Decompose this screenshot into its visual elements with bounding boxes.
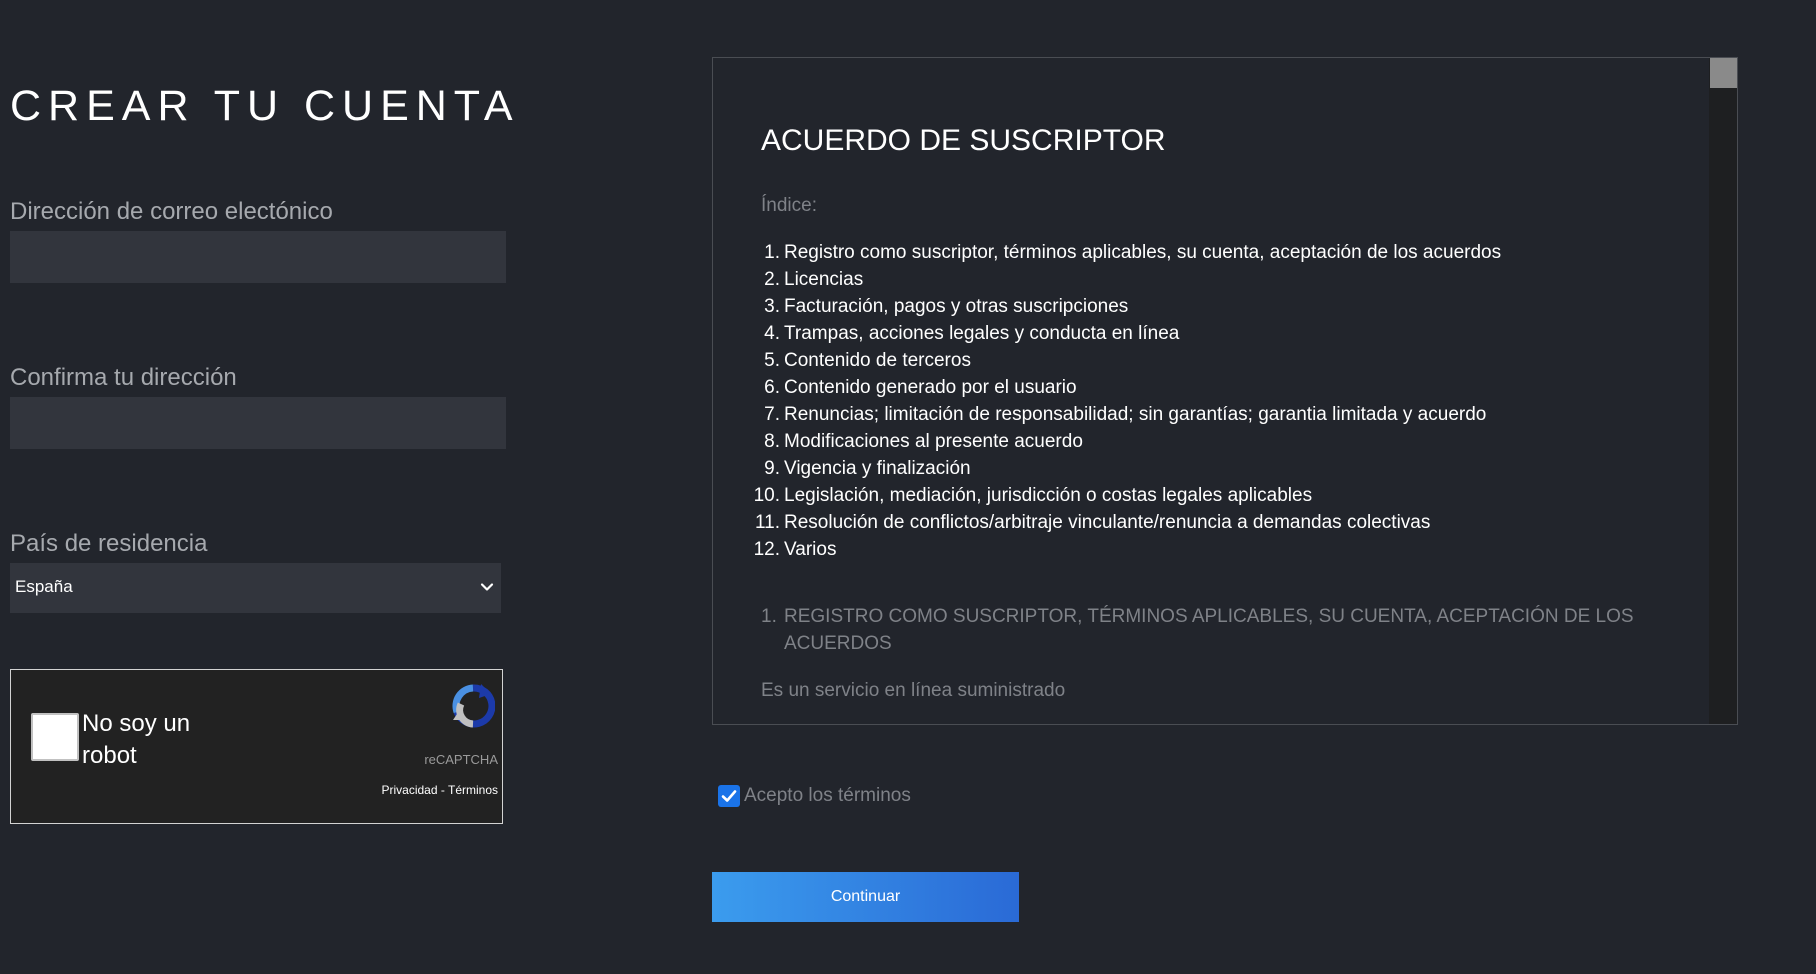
recaptcha-checkbox[interactable] [31, 713, 79, 761]
page-title: CREAR TU CUENTA [10, 82, 520, 130]
agreement-index-label: Índice: [761, 195, 817, 216]
chevron-down-icon [480, 583, 494, 591]
agreement-section-text: Es un servicio en línea suministrado [761, 680, 1066, 701]
recaptcha-widget: No soy un robot reCAPTCHA Privacidad - T… [10, 669, 503, 824]
agreement-scroll-thumb[interactable] [1710, 58, 1737, 88]
agreement-index-list: 1. Registro como suscriptor, términos apl… [753, 239, 1502, 563]
confirm-email-field[interactable] [10, 397, 506, 449]
agreement-section-heading: 1. REGISTRO COMO SUSCRIPTOR, TÉRMINOS APL… [761, 606, 1634, 654]
agreement-index-item: 1. Registro como suscriptor, términos apl… [764, 242, 1502, 263]
agreement-index-item: 12. Varios [753, 539, 837, 560]
agreement-index-item: 2. Licencias [764, 269, 864, 290]
accept-terms-checkbox[interactable] [718, 785, 740, 807]
email-field[interactable] [10, 231, 506, 283]
agreement-index-item: 11. Resolución de conflictos/arbitraje vi… [754, 512, 1431, 533]
recaptcha-label: No soy un robot [82, 710, 191, 769]
agreement-index-item: 10. Legislación, mediación, jurisdicción … [753, 485, 1313, 506]
recaptcha-terms-link[interactable]: Términos [448, 783, 498, 797]
continue-button[interactable]: Continuar [712, 872, 1019, 922]
recaptcha-logo-icon [452, 684, 495, 728]
recaptcha-privacy-link[interactable]: Privacidad [382, 783, 438, 797]
country-select-value: España [15, 577, 73, 596]
recaptcha-brand: reCAPTCHA [424, 752, 498, 767]
checkmark-icon [721, 790, 737, 802]
country-label: País de residencia [10, 530, 208, 557]
agreement-title: ACUERDO DE SUSCRIPTOR [761, 124, 1166, 157]
email-label: Dirección de correo electónico [10, 198, 333, 225]
agreement-scrollbar[interactable] [1709, 58, 1737, 724]
accept-terms[interactable]: Acepto los términos [718, 785, 911, 807]
recaptcha-links: Privacidad - Términos [382, 783, 499, 797]
accept-terms-label[interactable]: Acepto los términos [744, 785, 911, 807]
agreement-index-item: 9. Vigencia y finalización [764, 458, 971, 479]
agreement-index-item: 6. Contenido generado por el usuario [764, 377, 1077, 398]
recaptcha-links-separator: - [437, 783, 448, 797]
country-select[interactable]: España [10, 563, 501, 613]
agreement-index-item: 3. Facturación, pagos y otras suscripcion… [764, 296, 1129, 317]
subscriber-agreement-panel[interactable]: ACUERDO DE SUSCRIPTOR Índice: 1. Registro… [712, 57, 1738, 725]
agreement-index-item: 4. Trampas, acciones legales y conducta e… [764, 323, 1180, 344]
agreement-index-item: 5. Contenido de terceros [764, 350, 971, 371]
agreement-index-item: 7. Renuncias; limitación de responsabilid… [764, 404, 1487, 425]
agreement-index-item: 8. Modificaciones al presente acuerdo [764, 431, 1083, 452]
confirm-email-label: Confirma tu dirección [10, 364, 237, 391]
